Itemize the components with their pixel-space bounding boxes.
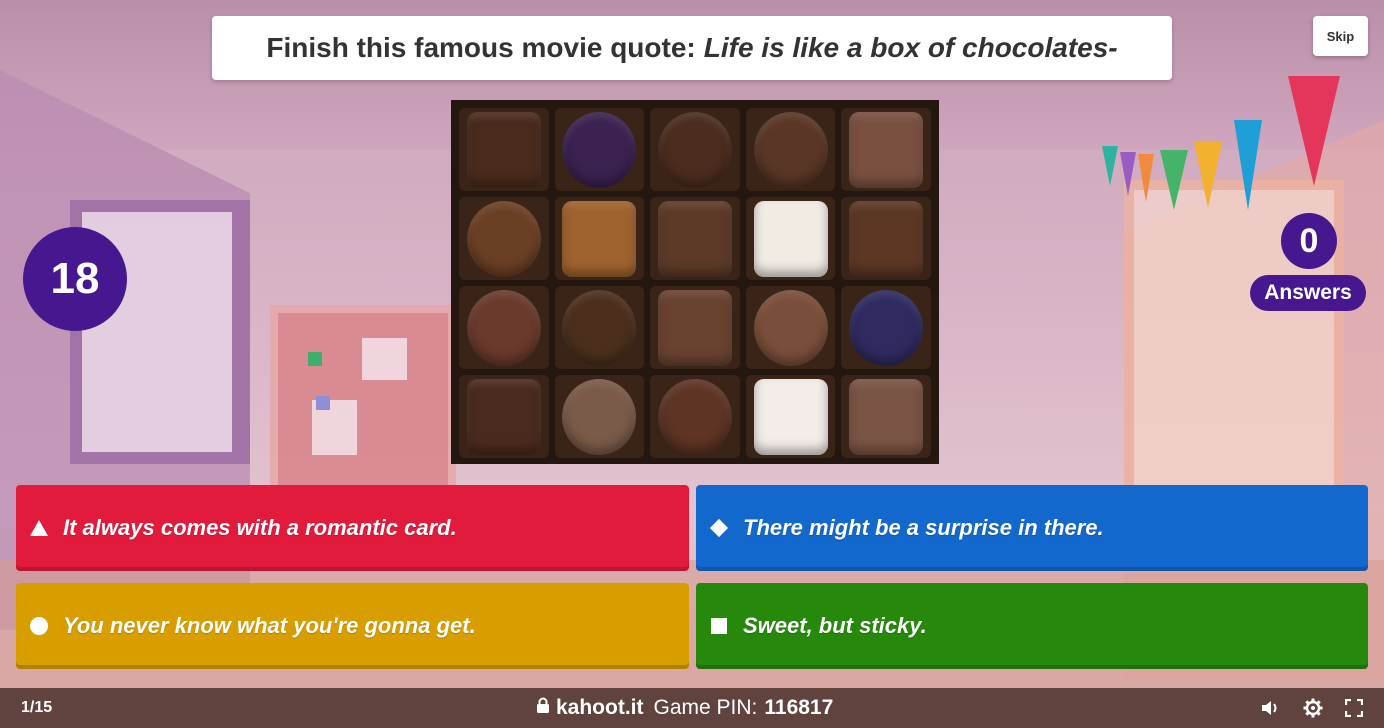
chocolate-cell bbox=[841, 375, 931, 458]
chocolate-cell bbox=[841, 197, 931, 280]
chocolate-cell bbox=[459, 286, 549, 369]
chocolate-piece bbox=[466, 378, 541, 455]
bunting-decoration bbox=[1100, 60, 1360, 230]
chocolate-cell bbox=[745, 286, 836, 369]
chocolate-piece bbox=[562, 200, 637, 277]
answers-label: Answers bbox=[1250, 275, 1366, 311]
answer-text: There might be a surprise in there. bbox=[743, 515, 1104, 540]
chocolate-cell bbox=[554, 108, 645, 191]
chocolate-piece bbox=[657, 111, 732, 188]
chocolate-piece bbox=[562, 111, 637, 188]
chocolate-piece bbox=[466, 289, 541, 366]
chocolate-piece bbox=[466, 111, 541, 188]
join-info: kahoot.it Game PIN: 116817 bbox=[536, 688, 833, 728]
chocolate-cell bbox=[554, 286, 645, 369]
chocolate-cell bbox=[841, 286, 931, 369]
answers-counter: 0 Answers bbox=[1250, 213, 1366, 311]
chocolate-piece bbox=[562, 378, 637, 455]
chocolate-piece bbox=[657, 200, 732, 277]
chocolate-cell bbox=[650, 286, 740, 369]
chocolate-cell bbox=[650, 197, 740, 280]
game-pin-label: Game PIN: bbox=[653, 696, 758, 719]
lock-icon bbox=[536, 696, 550, 720]
question-prefix: Finish this famous movie quote: bbox=[266, 32, 696, 63]
triangle-icon bbox=[29, 518, 49, 538]
game-pin-value: 116817 bbox=[764, 696, 834, 719]
fullscreen-icon[interactable] bbox=[1343, 697, 1365, 719]
question-progress: 1/15 bbox=[21, 699, 53, 716]
diamond-icon bbox=[709, 518, 729, 538]
chocolate-cell bbox=[745, 108, 836, 191]
chocolate-piece bbox=[849, 200, 924, 277]
settings-icon[interactable] bbox=[1302, 697, 1324, 719]
square-icon bbox=[709, 616, 729, 636]
chocolate-cell bbox=[554, 375, 645, 458]
volume-icon[interactable] bbox=[1259, 697, 1281, 719]
answer-text: It always comes with a romantic card. bbox=[63, 515, 457, 540]
answer-text: Sweet, but sticky. bbox=[743, 613, 927, 638]
chocolate-cell bbox=[650, 108, 740, 191]
answer-text: You never know what you're gonna get. bbox=[63, 613, 476, 638]
answer-option-square[interactable]: Sweet, but sticky. bbox=[696, 583, 1368, 669]
chocolate-piece bbox=[849, 378, 924, 455]
answers-count: 0 bbox=[1281, 213, 1337, 269]
chocolate-cell bbox=[459, 375, 549, 458]
question-title: Finish this famous movie quote: Life is … bbox=[212, 16, 1172, 80]
chocolate-cell bbox=[554, 197, 645, 280]
join-site: kahoot.it bbox=[556, 696, 644, 719]
bottom-status-bar: 1/15 kahoot.it Game PIN: 116817 bbox=[0, 688, 1384, 728]
chocolate-piece bbox=[657, 378, 732, 455]
answer-option-diamond[interactable]: There might be a surprise in there. bbox=[696, 485, 1368, 571]
chocolate-piece bbox=[753, 289, 828, 366]
chocolate-piece bbox=[562, 289, 637, 366]
chocolate-cell bbox=[459, 197, 549, 280]
chocolate-piece bbox=[657, 289, 732, 366]
circle-icon bbox=[29, 616, 49, 636]
question-image-chocolates bbox=[451, 100, 939, 464]
chocolate-piece bbox=[753, 111, 828, 188]
skip-button[interactable]: Skip bbox=[1313, 16, 1368, 56]
chocolate-cell bbox=[841, 108, 931, 191]
answer-option-triangle[interactable]: It always comes with a romantic card. bbox=[16, 485, 689, 571]
chocolate-piece bbox=[753, 200, 828, 277]
countdown-timer: 18 bbox=[23, 227, 127, 331]
chocolate-piece bbox=[849, 289, 924, 366]
chocolate-piece bbox=[849, 111, 924, 188]
chocolate-piece bbox=[753, 378, 828, 455]
question-emphasis: Life is like a box of chocolates- bbox=[703, 32, 1118, 63]
chocolate-cell bbox=[459, 108, 549, 191]
chocolate-cell bbox=[745, 197, 836, 280]
chocolate-piece bbox=[466, 200, 541, 277]
chocolate-cell bbox=[745, 375, 836, 458]
answer-option-circle[interactable]: You never know what you're gonna get. bbox=[16, 583, 689, 669]
chocolate-cell bbox=[650, 375, 740, 458]
